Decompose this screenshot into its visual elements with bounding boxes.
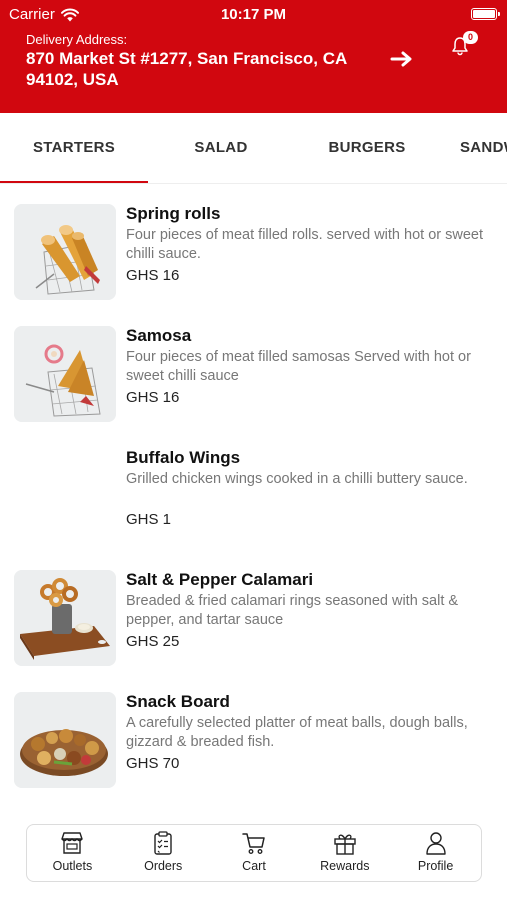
- status-bar: Carrier 10:17 PM: [0, 0, 507, 28]
- nav-label: Cart: [242, 859, 266, 873]
- delivery-address-label: Delivery Address:: [26, 32, 128, 47]
- store-icon: [61, 832, 84, 854]
- item-price: GHS 70: [126, 755, 180, 772]
- spring-rolls-image: [14, 204, 116, 300]
- nav-label: Outlets: [52, 859, 93, 873]
- item-description: Grilled chicken wings cooked in a chilli…: [126, 471, 468, 487]
- delivery-address[interactable]: 870 Market St #1277, San Francisco, CA 9…: [26, 48, 386, 90]
- calamari-image: [14, 570, 116, 666]
- tab-starters[interactable]: STARTERS: [0, 113, 148, 183]
- bottom-navigation: Outlets Orders Cart Rewards Profile: [26, 824, 482, 882]
- menu-item[interactable]: Salt & Pepper Calamari Breaded & fried c…: [0, 570, 507, 680]
- item-description: Four pieces of meat filled rolls. served…: [126, 227, 484, 262]
- nav-outlets[interactable]: Outlets: [27, 825, 118, 881]
- tab-salad[interactable]: SALAD: [148, 113, 294, 183]
- tab-sandwiches[interactable]: SANDWICHES: [460, 113, 507, 183]
- clipboard-icon: [154, 831, 172, 855]
- item-price: GHS 16: [126, 267, 180, 284]
- nav-profile[interactable]: Profile: [390, 825, 481, 881]
- status-time: 10:17 PM: [220, 6, 287, 23]
- buffalo-wings-image: [14, 448, 116, 544]
- item-price: GHS 25: [126, 633, 180, 650]
- person-icon: [425, 832, 446, 855]
- item-name: Snack Board: [126, 692, 230, 711]
- menu-item[interactable]: Samosa Four pieces of meat filled samosa…: [0, 326, 507, 436]
- snack-board-image: [14, 692, 116, 788]
- item-description: Breaded & fried calamari rings seasoned …: [126, 593, 459, 628]
- item-description: Four pieces of meat filled samosas Serve…: [126, 349, 471, 384]
- nav-cart[interactable]: Cart: [209, 825, 300, 881]
- item-name: Samosa: [126, 326, 192, 345]
- cart-icon: [242, 833, 265, 854]
- notification-badge: 0: [463, 31, 478, 44]
- category-tabs: STARTERS SALAD BURGERS SANDWICHES: [0, 113, 507, 184]
- item-price: GHS 16: [126, 389, 180, 406]
- item-name: Buffalo Wings: [126, 448, 241, 467]
- gift-icon: [334, 834, 356, 855]
- item-price: GHS 1: [126, 511, 172, 528]
- tab-burgers[interactable]: BURGERS: [294, 113, 440, 183]
- item-description: A carefully selected platter of meat bal…: [126, 715, 468, 750]
- item-name: Salt & Pepper Calamari: [126, 570, 314, 589]
- menu-item[interactable]: Buffalo Wings Grilled chicken wings cook…: [0, 448, 507, 558]
- item-name: Spring rolls: [126, 204, 221, 223]
- menu-item[interactable]: Snack Board A carefully selected platter…: [0, 692, 507, 802]
- nav-label: Rewards: [320, 859, 370, 873]
- menu-item[interactable]: Spring rolls Four pieces of meat filled …: [0, 204, 507, 314]
- samosa-image: [14, 326, 116, 422]
- nav-orders[interactable]: Orders: [118, 825, 209, 881]
- nav-label: Orders: [144, 859, 183, 873]
- nav-label: Profile: [417, 859, 454, 873]
- battery-icon: [471, 8, 500, 20]
- arrow-right-icon[interactable]: [390, 50, 414, 68]
- nav-rewards[interactable]: Rewards: [299, 825, 390, 881]
- app-header: Carrier 10:17 PM Delivery Address: 870 M…: [0, 0, 507, 113]
